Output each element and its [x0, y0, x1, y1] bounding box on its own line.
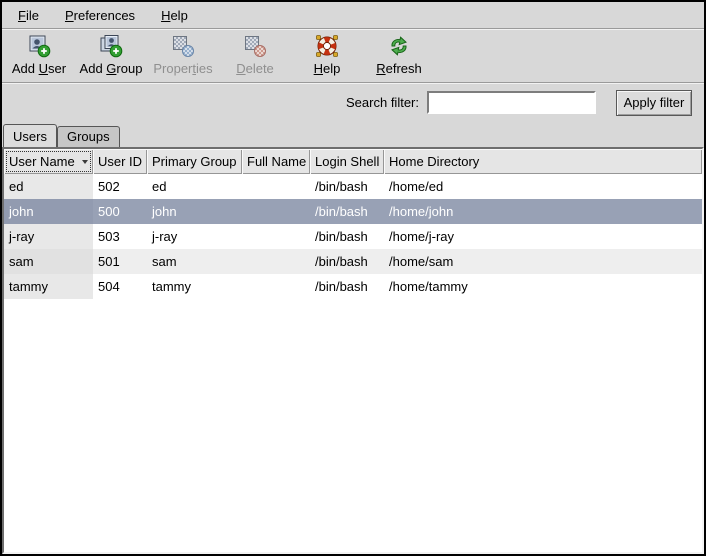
delete-icon — [242, 33, 268, 59]
search-filter-label: Search filter: — [346, 95, 419, 110]
toolbar: Add User Add Group Properties Delete — [2, 30, 704, 82]
properties-label: Properties — [153, 61, 212, 76]
refresh-label: Refresh — [376, 61, 422, 76]
refresh-button[interactable]: Refresh — [364, 30, 434, 80]
delete-label: Delete — [236, 61, 274, 76]
menu-file[interactable]: File — [12, 6, 45, 25]
refresh-icon — [386, 33, 412, 59]
sort-descending-icon — [82, 160, 88, 164]
table-header-row: User Name User ID Primary Group Full Nam… — [4, 149, 702, 174]
search-filter-row: Search filter: Apply filter — [2, 84, 704, 121]
table-row-sam[interactable]: sam 501 sam /bin/bash /home/sam — [4, 249, 702, 274]
add-group-button[interactable]: Add Group — [76, 30, 146, 80]
search-filter-input[interactable] — [427, 91, 596, 114]
menu-preferences[interactable]: Preferences — [59, 6, 141, 25]
column-header-primary-group[interactable]: Primary Group — [147, 149, 242, 174]
tab-users[interactable]: Users — [3, 124, 57, 147]
add-group-icon — [98, 33, 124, 59]
menu-bar: File Preferences Help — [2, 2, 704, 28]
properties-button: Properties — [148, 30, 218, 80]
table-row-j-ray[interactable]: j-ray 503 j-ray /bin/bash /home/j-ray — [4, 224, 702, 249]
users-table: User Name User ID Primary Group Full Nam… — [2, 147, 704, 554]
column-header-user-name[interactable]: User Name — [4, 149, 93, 174]
table-empty-area — [4, 299, 702, 552]
column-header-full-name[interactable]: Full Name — [242, 149, 310, 174]
help-button[interactable]: Help — [292, 30, 362, 80]
menu-help[interactable]: Help — [155, 6, 194, 25]
add-group-label: Add Group — [80, 61, 143, 76]
delete-button: Delete — [220, 30, 290, 80]
add-user-button[interactable]: Add User — [4, 30, 74, 80]
table-row-ed[interactable]: ed 502 ed /bin/bash /home/ed — [4, 174, 702, 199]
table-row-tammy[interactable]: tammy 504 tammy /bin/bash /home/tammy — [4, 274, 702, 299]
column-header-user-id[interactable]: User ID — [93, 149, 147, 174]
apply-filter-button[interactable]: Apply filter — [616, 90, 692, 116]
table-row-john[interactable]: john 500 john /bin/bash /home/john — [4, 199, 702, 224]
column-header-login-shell[interactable]: Login Shell — [310, 149, 384, 174]
help-lifebuoy-icon — [314, 33, 340, 59]
column-header-home-directory[interactable]: Home Directory — [384, 149, 702, 174]
tab-groups[interactable]: Groups — [57, 126, 120, 147]
help-label: Help — [314, 61, 341, 76]
tab-bar: Users Groups — [2, 121, 704, 147]
add-user-icon — [26, 33, 52, 59]
add-user-label: Add User — [12, 61, 66, 76]
properties-icon — [170, 33, 196, 59]
